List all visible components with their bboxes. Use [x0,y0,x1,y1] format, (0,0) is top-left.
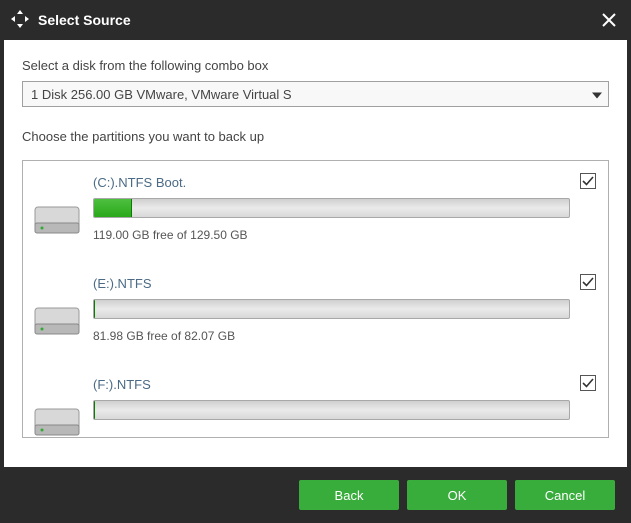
ok-button[interactable]: OK [407,480,507,510]
dialog-title: Select Source [38,12,597,28]
back-button[interactable]: Back [299,480,399,510]
titlebar: Select Source [0,0,631,40]
partition-checkbox[interactable] [580,375,596,391]
dialog-footer: Back OK Cancel [0,467,631,523]
usage-bar [93,198,570,218]
usage-bar-fill [94,300,95,318]
disk-prompt-label: Select a disk from the following combo b… [22,58,609,73]
select-source-dialog: Select Source Select a disk from the fol… [0,0,631,523]
partition-item: (E:).NTFS 81.98 GB free of 82.07 GB [23,266,608,367]
app-icon [10,9,30,32]
usage-bar [93,299,570,319]
partition-checkbox[interactable] [580,173,596,189]
partition-title: (E:).NTFS [93,276,570,291]
drive-icon [33,199,81,237]
partition-content: (F:).NTFS [93,377,598,438]
partition-item: (C:).NTFS Boot. 119.00 GB free of 129.50… [23,165,608,266]
chevron-down-icon [592,87,602,102]
partition-content: (E:).NTFS 81.98 GB free of 82.07 GB [93,276,598,343]
partition-prompt-label: Choose the partitions you want to back u… [22,129,609,144]
partitions-section: Choose the partitions you want to back u… [22,129,609,457]
dialog-body: Select a disk from the following combo b… [4,40,627,467]
usage-bar [93,400,570,420]
partition-checkbox[interactable] [580,274,596,290]
disk-combo[interactable]: 1 Disk 256.00 GB VMware, VMware Virtual … [22,81,609,107]
usage-bar-fill [94,401,95,419]
partition-title: (C:).NTFS Boot. [93,175,570,190]
disk-combo-value: 1 Disk 256.00 GB VMware, VMware Virtual … [31,87,292,102]
partition-free-text: 81.98 GB free of 82.07 GB [93,329,570,343]
partition-title: (F:).NTFS [93,377,570,392]
partition-free-text: 119.00 GB free of 129.50 GB [93,228,570,242]
usage-bar-fill [94,199,132,217]
drive-icon [33,300,81,338]
cancel-button[interactable]: Cancel [515,480,615,510]
close-icon[interactable] [597,8,621,32]
drive-icon [33,401,81,438]
partition-item: (F:).NTFS [23,367,608,438]
partition-content: (C:).NTFS Boot. 119.00 GB free of 129.50… [93,175,598,242]
partitions-list[interactable]: (C:).NTFS Boot. 119.00 GB free of 129.50… [22,160,609,438]
